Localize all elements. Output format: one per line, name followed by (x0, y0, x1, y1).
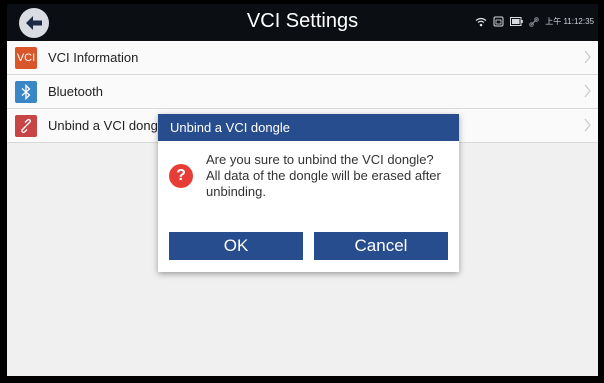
screen: VCI Settings 上午 11:12:35 VCI VCI Informa… (7, 4, 598, 376)
ok-button[interactable]: OK (169, 232, 303, 260)
dialog-header: Unbind a VCI dongle (158, 114, 459, 141)
device-frame: VCI Settings 上午 11:12:35 VCI VCI Informa… (0, 0, 604, 383)
dialog-title: Unbind a VCI dongle (170, 120, 290, 135)
unbind-dialog: Unbind a VCI dongle ? Are you sure to un… (158, 114, 459, 272)
dialog-message: Are you sure to unbind the VCI dongle? A… (206, 152, 441, 199)
question-icon: ? (169, 164, 193, 188)
cancel-button[interactable]: Cancel (314, 232, 448, 260)
modal-overlay: Unbind a VCI dongle ? Are you sure to un… (7, 4, 598, 376)
